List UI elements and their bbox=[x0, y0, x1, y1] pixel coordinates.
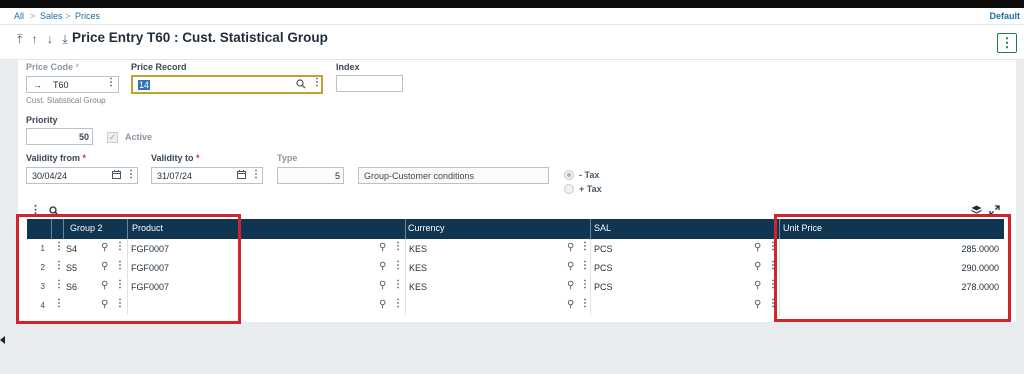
search-icon[interactable]: ⚲ bbox=[379, 242, 386, 253]
plus-tax-radio[interactable] bbox=[564, 184, 574, 194]
active-label: Active bbox=[125, 132, 153, 142]
validity-to-menu-icon[interactable]: ⋮ bbox=[251, 169, 261, 180]
validity-to-field[interactable]: 31/07/24 ⋮ bbox=[151, 167, 263, 184]
form-panel: Price Code * → T60 ⋮ Cust. Statistical G… bbox=[16, 60, 1016, 324]
price-record-label: Price Record bbox=[131, 62, 187, 72]
annotation-highlight-unit-price bbox=[774, 214, 1011, 322]
cell-menu-icon[interactable]: ⋮ bbox=[580, 298, 590, 309]
calendar-icon[interactable] bbox=[112, 170, 121, 181]
search-icon[interactable]: ⚲ bbox=[379, 299, 386, 310]
minus-tax-label: - Tax bbox=[579, 170, 600, 180]
cell-menu-icon[interactable]: ⋮ bbox=[393, 298, 403, 309]
priority-value: 50 bbox=[78, 132, 89, 142]
breadcrumb-separator: > bbox=[30, 11, 36, 21]
validity-from-menu-icon[interactable]: ⋮ bbox=[126, 169, 136, 180]
search-icon[interactable]: ⚲ bbox=[754, 242, 761, 253]
currency-cell[interactable]: KES bbox=[409, 263, 427, 273]
currency-cell[interactable]: KES bbox=[409, 244, 427, 254]
last-record-icon[interactable]: ⤓ bbox=[62, 32, 70, 47]
breadcrumb-all[interactable]: All bbox=[14, 11, 24, 21]
search-icon[interactable]: ⚲ bbox=[567, 299, 574, 310]
validity-from-field[interactable]: 30/04/24 ⋮ bbox=[26, 167, 138, 184]
search-icon[interactable]: ⚲ bbox=[379, 261, 386, 272]
minus-tax-radio[interactable] bbox=[564, 170, 574, 180]
arrow-icon: → bbox=[33, 80, 42, 90]
grid-header-divider bbox=[405, 219, 406, 239]
type-label: Type bbox=[277, 153, 298, 163]
column-header-currency[interactable]: Currency bbox=[408, 223, 445, 233]
index-label: Index bbox=[336, 62, 360, 72]
search-icon[interactable] bbox=[296, 79, 306, 91]
sal-cell[interactable]: PCS bbox=[594, 244, 613, 254]
price-code-menu-icon[interactable]: ⋮ bbox=[106, 77, 116, 88]
type-description-field: Group-Customer conditions bbox=[358, 167, 549, 184]
cell-menu-icon[interactable]: ⋮ bbox=[393, 279, 403, 290]
cell-menu-icon[interactable]: ⋮ bbox=[393, 241, 403, 252]
next-record-icon[interactable]: ↓ bbox=[47, 32, 56, 46]
currency-cell[interactable]: KES bbox=[409, 282, 427, 292]
price-record-field[interactable]: 14 ⋮ bbox=[131, 75, 323, 94]
validity-to-label: Validity to * bbox=[151, 153, 200, 163]
annotation-highlight-group-product bbox=[16, 214, 241, 324]
plus-tax-label: + Tax bbox=[579, 184, 602, 194]
search-icon[interactable]: ⚲ bbox=[754, 261, 761, 272]
type-field[interactable]: 5 bbox=[277, 167, 344, 184]
search-icon[interactable]: ⚲ bbox=[754, 280, 761, 291]
active-checkbox[interactable]: ✓ bbox=[107, 132, 118, 143]
default-link[interactable]: Default bbox=[989, 11, 1020, 21]
sal-cell[interactable]: PCS bbox=[594, 263, 613, 273]
page-header: ⤒ ↑ ↓ ⤓ Price Entry T60 : Cust. Statisti… bbox=[0, 25, 1024, 60]
price-code-value: T60 bbox=[53, 80, 69, 90]
index-field[interactable] bbox=[336, 75, 403, 92]
validity-from-label: Validity from * bbox=[26, 153, 87, 163]
breadcrumb-separator: > bbox=[65, 11, 71, 21]
price-record-menu-icon[interactable]: ⋮ bbox=[312, 77, 322, 88]
page-title: Price Entry T60 : Cust. Statistical Grou… bbox=[72, 30, 328, 45]
collapse-arrow-icon[interactable] bbox=[0, 336, 5, 344]
price-code-description: Cust. Statistical Group bbox=[26, 96, 106, 105]
validity-from-value: 30/04/24 bbox=[32, 171, 68, 181]
cell-menu-icon[interactable]: ⋮ bbox=[393, 260, 403, 271]
search-icon[interactable]: ⚲ bbox=[754, 299, 761, 310]
search-icon[interactable]: ⚲ bbox=[567, 280, 574, 291]
calendar-icon[interactable] bbox=[237, 170, 246, 181]
type-value: 5 bbox=[334, 171, 340, 181]
sal-cell[interactable]: PCS bbox=[594, 282, 613, 292]
cell-menu-icon[interactable]: ⋮ bbox=[580, 260, 590, 271]
price-code-label: Price Code * bbox=[26, 62, 80, 72]
priority-label: Priority bbox=[26, 115, 58, 125]
top-window-bar bbox=[0, 0, 1024, 8]
breadcrumb-prices[interactable]: Prices bbox=[75, 11, 100, 21]
breadcrumb: All > Sales > Prices Default bbox=[0, 8, 1024, 25]
cell-menu-icon[interactable]: ⋮ bbox=[580, 279, 590, 290]
breadcrumb-sales[interactable]: Sales bbox=[40, 11, 63, 21]
search-icon[interactable]: ⚲ bbox=[379, 280, 386, 291]
record-navigation: ⤒ ↑ ↓ ⤓ bbox=[17, 32, 71, 47]
type-description: Group-Customer conditions bbox=[364, 171, 475, 181]
more-actions-button[interactable]: ⋮ bbox=[997, 33, 1017, 53]
search-icon[interactable]: ⚲ bbox=[567, 242, 574, 253]
previous-record-icon[interactable]: ↑ bbox=[32, 32, 41, 46]
column-header-sal[interactable]: SAL bbox=[594, 223, 611, 233]
search-icon[interactable]: ⚲ bbox=[567, 261, 574, 272]
validity-to-value: 31/07/24 bbox=[157, 171, 193, 181]
priority-field[interactable]: 50 bbox=[26, 128, 93, 145]
cell-menu-icon[interactable]: ⋮ bbox=[580, 241, 590, 252]
grid-header-divider bbox=[590, 219, 591, 239]
price-record-value: 14 bbox=[138, 80, 151, 90]
first-record-icon[interactable]: ⤒ bbox=[17, 32, 25, 47]
